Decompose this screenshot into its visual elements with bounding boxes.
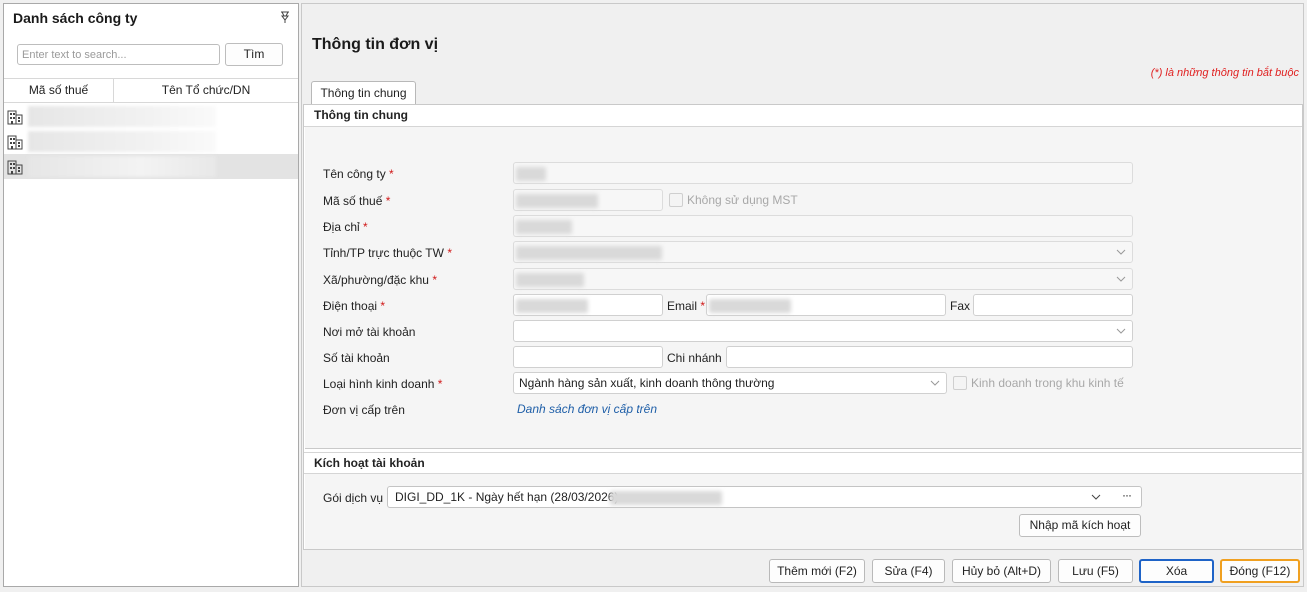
business-type-label: Loại hình kinh doanh *	[323, 377, 443, 391]
chevron-down-icon	[1116, 276, 1126, 282]
redacted-value	[610, 491, 722, 505]
table-row[interactable]	[4, 129, 298, 154]
row-redacted-value	[28, 106, 216, 127]
redacted-value	[516, 167, 546, 181]
no-tax-code-label: Không sử dụng MST	[687, 193, 798, 207]
required-note: (*) là những thông tin bắt buộc	[1150, 67, 1299, 79]
parent-unit-label: Đơn vị cấp trên	[323, 403, 405, 417]
chevron-down-icon	[930, 380, 940, 386]
service-package-label: Gói dịch vụ	[323, 491, 384, 505]
redacted-value	[516, 246, 662, 260]
parent-unit-list-link[interactable]: Danh sách đơn vị cấp trên	[517, 402, 657, 416]
fax-label: Fax	[950, 299, 971, 313]
close-button[interactable]: Đóng (F12)	[1220, 559, 1300, 583]
pin-icon[interactable]	[279, 11, 291, 23]
ward-select[interactable]	[513, 268, 1133, 290]
company-list-title: Danh sách công ty	[13, 10, 138, 26]
tab-content: Thông tin chung Tên công ty * Mã số thuế…	[303, 104, 1303, 550]
email-field[interactable]	[706, 294, 946, 316]
building-icon	[7, 160, 23, 175]
tax-code-label: Mã số thuế *	[323, 194, 391, 208]
company-grid-header: Mã số thuế Tên Tổ chức/DN	[4, 78, 298, 103]
address-field[interactable]	[513, 215, 1133, 237]
economic-zone-label: Kinh doanh trong khu kinh tế	[971, 376, 1124, 390]
redacted-value	[516, 273, 584, 287]
edit-button[interactable]: Sửa (F4)	[872, 559, 945, 583]
business-type-select[interactable]: Ngành hàng sản xuất, kinh doanh thông th…	[513, 372, 947, 394]
bank-label: Nơi mở tài khoản	[323, 325, 416, 339]
search-input[interactable]	[17, 44, 220, 65]
account-number-field[interactable]	[513, 346, 663, 368]
company-list-panel: Danh sách công ty Tìm Mã số thuế Tên Tổ …	[3, 3, 299, 587]
tab-general-info[interactable]: Thông tin chung	[311, 81, 416, 104]
building-icon	[7, 135, 23, 150]
chevron-down-icon	[1091, 494, 1101, 500]
email-label: Email *	[667, 299, 706, 313]
phone-label: Điện thoại *	[323, 299, 386, 313]
phone-field[interactable]	[513, 294, 663, 316]
tax-code-field[interactable]	[513, 189, 663, 211]
table-row[interactable]	[4, 104, 298, 129]
delete-button[interactable]: Xóa	[1139, 559, 1214, 583]
address-label: Địa chỉ *	[323, 220, 368, 234]
ward-label: Xã/phường/đặc khu *	[323, 273, 437, 287]
building-icon	[7, 110, 23, 125]
chevron-down-icon	[1116, 249, 1126, 255]
row-redacted-value	[28, 156, 216, 177]
redacted-value	[516, 299, 588, 313]
save-button[interactable]: Lưu (F5)	[1058, 559, 1133, 583]
section-header-general: Thông tin chung	[304, 105, 1302, 127]
province-label: Tỉnh/TP trực thuộc TW *	[323, 246, 452, 260]
service-package-select[interactable]: DIGI_DD_1K - Ngày hết hạn (28/03/2026) -…	[387, 486, 1142, 508]
branch-label: Chi nhánh	[667, 351, 722, 365]
economic-zone-checkbox[interactable]	[953, 376, 967, 390]
fax-field[interactable]	[973, 294, 1133, 316]
bank-select[interactable]	[513, 320, 1133, 342]
company-name-field[interactable]	[513, 162, 1133, 184]
column-header-tax-code[interactable]: Mã số thuế	[4, 79, 114, 102]
enter-activation-code-button[interactable]: Nhập mã kích hoạt	[1019, 514, 1141, 537]
chevron-down-icon	[1116, 328, 1126, 334]
page-title: Thông tin đơn vị	[312, 36, 439, 53]
more-options-button[interactable]: ···	[1122, 488, 1132, 502]
redacted-value	[516, 220, 572, 234]
column-header-company-name[interactable]: Tên Tổ chức/DN	[114, 79, 298, 102]
section-header-activation: Kích hoạt tài khoản	[304, 452, 1302, 474]
add-button[interactable]: Thêm mới (F2)	[769, 559, 865, 583]
table-row-selected[interactable]	[4, 154, 298, 179]
redacted-value	[709, 299, 791, 313]
company-detail-panel: Thông tin đơn vị (*) là những thông tin …	[301, 3, 1304, 587]
redacted-value	[516, 194, 598, 208]
branch-field[interactable]	[726, 346, 1133, 368]
no-tax-code-checkbox[interactable]	[669, 193, 683, 207]
search-button[interactable]: Tìm	[225, 43, 283, 66]
general-info-form: Tên công ty * Mã số thuế * Không sử dụng…	[305, 127, 1301, 449]
province-select[interactable]	[513, 241, 1133, 263]
account-number-label: Số tài khoản	[323, 351, 390, 365]
row-redacted-value	[28, 131, 216, 152]
cancel-button[interactable]: Hủy bỏ (Alt+D)	[952, 559, 1051, 583]
company-name-label: Tên công ty *	[323, 167, 394, 181]
